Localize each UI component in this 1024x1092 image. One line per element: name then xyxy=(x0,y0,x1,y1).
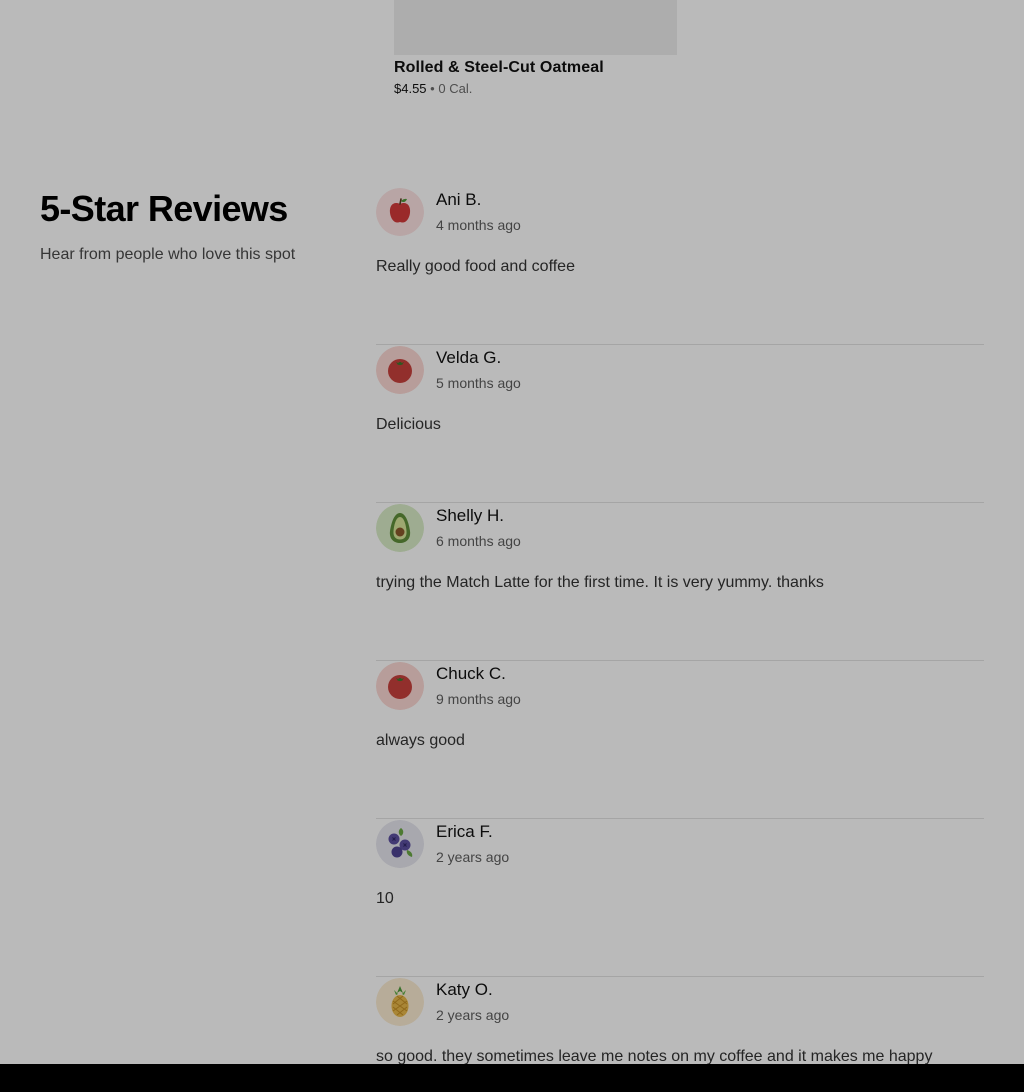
reviews-subheading: Hear from people who love this spot xyxy=(40,246,296,263)
reviewer-name[interactable]: Erica F. xyxy=(436,822,493,842)
menu-item-card[interactable]: Rolled & Steel-Cut Oatmeal $4.55 • 0 Cal… xyxy=(394,0,677,96)
menu-item-calories: 0 Cal. xyxy=(438,81,473,96)
avatar xyxy=(376,188,424,236)
tomato-icon xyxy=(376,662,424,710)
avatar xyxy=(376,346,424,394)
review-date: 2 years ago xyxy=(436,1007,510,1023)
review-item: Erica F. 2 years ago 10 xyxy=(376,820,984,977)
page: Rolled & Steel-Cut Oatmeal $4.55 • 0 Cal… xyxy=(0,0,1024,1064)
review-text: Really good food and coffee xyxy=(376,258,575,275)
reviewer-name[interactable]: Velda G. xyxy=(436,348,501,368)
review-text: so good. they sometimes leave me notes o… xyxy=(376,1048,933,1064)
review-date: 9 months ago xyxy=(436,691,521,707)
avatar xyxy=(376,978,424,1026)
menu-item-meta: $4.55 • 0 Cal. xyxy=(394,81,677,96)
review-text: trying the Match Latte for the first tim… xyxy=(376,574,824,591)
review-date: 2 years ago xyxy=(436,849,510,865)
avatar xyxy=(376,504,424,552)
reviewer-name[interactable]: Katy O. xyxy=(436,980,493,1000)
reviews-heading: 5-Star Reviews xyxy=(40,188,288,229)
review-item: Ani B. 4 months ago Really good food and… xyxy=(376,188,984,345)
meta-separator: • xyxy=(430,81,435,96)
review-item: Shelly H. 6 months ago trying the Match … xyxy=(376,504,984,661)
reviewer-name[interactable]: Shelly H. xyxy=(436,506,504,526)
menu-item-price: $4.55 xyxy=(394,81,427,96)
review-date: 5 months ago xyxy=(436,375,521,391)
avocado-icon xyxy=(376,504,424,552)
bottom-black-bar xyxy=(0,1064,1024,1092)
avatar xyxy=(376,662,424,710)
review-item: Katy O. 2 years ago so good. they someti… xyxy=(376,978,984,1064)
review-text: always good xyxy=(376,732,465,749)
menu-item-name[interactable]: Rolled & Steel-Cut Oatmeal xyxy=(394,59,677,77)
review-list: Ani B. 4 months ago Really good food and… xyxy=(376,188,984,1064)
review-item: Chuck C. 9 months ago always good xyxy=(376,662,984,819)
reviewer-name[interactable]: Ani B. xyxy=(436,190,481,210)
review-text: 10 xyxy=(376,890,394,907)
reviewer-name[interactable]: Chuck C. xyxy=(436,664,506,684)
menu-item-image[interactable] xyxy=(394,0,677,55)
review-item: Velda G. 5 months ago Delicious xyxy=(376,346,984,503)
apple-icon xyxy=(376,188,424,236)
review-text: Delicious xyxy=(376,416,441,433)
blueberries-icon xyxy=(376,820,424,868)
avatar xyxy=(376,820,424,868)
tomato-icon xyxy=(376,346,424,394)
review-date: 6 months ago xyxy=(436,533,521,549)
review-date: 4 months ago xyxy=(436,217,521,233)
pineapple-icon xyxy=(376,978,424,1026)
